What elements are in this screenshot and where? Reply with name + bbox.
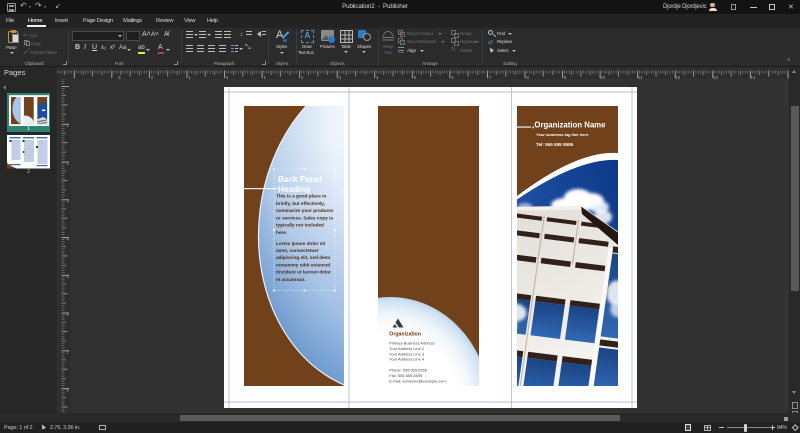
svg-text:Lorem ipsum dolor sit: Lorem ipsum dolor sit — [276, 241, 326, 246]
svg-text:adipiscing elit, sed diem: adipiscing elit, sed diem — [276, 255, 330, 260]
svg-text:8: 8 — [66, 388, 69, 393]
svg-text:7: 7 — [66, 350, 69, 355]
svg-text:Phone: 555-555-5555: Phone: 555-555-5555 — [389, 368, 427, 373]
svg-text:1: 1 — [66, 123, 69, 128]
svg-text:summarize your products: summarize your products — [276, 208, 334, 213]
svg-text:et accumsan.: et accumsan. — [276, 277, 306, 282]
svg-text:Your business tag line here.: Your business tag line here. — [536, 132, 589, 137]
svg-text:Your Address Line 3: Your Address Line 3 — [389, 351, 424, 356]
svg-text:tincidunt ut lacreet dolor: tincidunt ut lacreet dolor — [276, 270, 331, 275]
svg-text:Your Address Line 2: Your Address Line 2 — [389, 346, 424, 351]
svg-text:amet, consectetuer: amet, consectetuer — [276, 248, 319, 253]
svg-text:nonummy nibh euismod: nonummy nibh euismod — [276, 262, 330, 267]
svg-text:E-mail: someone@example.com: E-mail: someone@example.com — [389, 378, 445, 383]
svg-text:This is a good place to: This is a good place to — [276, 194, 327, 199]
svg-text:3: 3 — [66, 199, 69, 204]
svg-text:5: 5 — [66, 274, 69, 279]
svg-text:Fax: 555-555-5555: Fax: 555-555-5555 — [389, 373, 422, 378]
svg-text:Back Panel: Back Panel — [278, 175, 322, 184]
svg-text:or services. Sales copy is: or services. Sales copy is — [276, 215, 333, 220]
svg-text:Primary Business Address: Primary Business Address — [389, 341, 434, 346]
svg-text:2: 2 — [66, 161, 69, 166]
svg-text:4: 4 — [66, 237, 69, 242]
svg-text:briefly, but effectively,: briefly, but effectively, — [276, 201, 325, 206]
svg-text:here.: here. — [276, 230, 287, 235]
svg-text:Organization: Organization — [389, 332, 421, 338]
svg-text:6: 6 — [66, 312, 69, 317]
svg-text:Tel: 555 555 5555: Tel: 555 555 5555 — [536, 142, 574, 147]
svg-text:Organization Name: Organization Name — [534, 121, 606, 130]
svg-text:typically not included: typically not included — [276, 223, 324, 228]
svg-text:Your Address Line 4: Your Address Line 4 — [389, 357, 425, 362]
